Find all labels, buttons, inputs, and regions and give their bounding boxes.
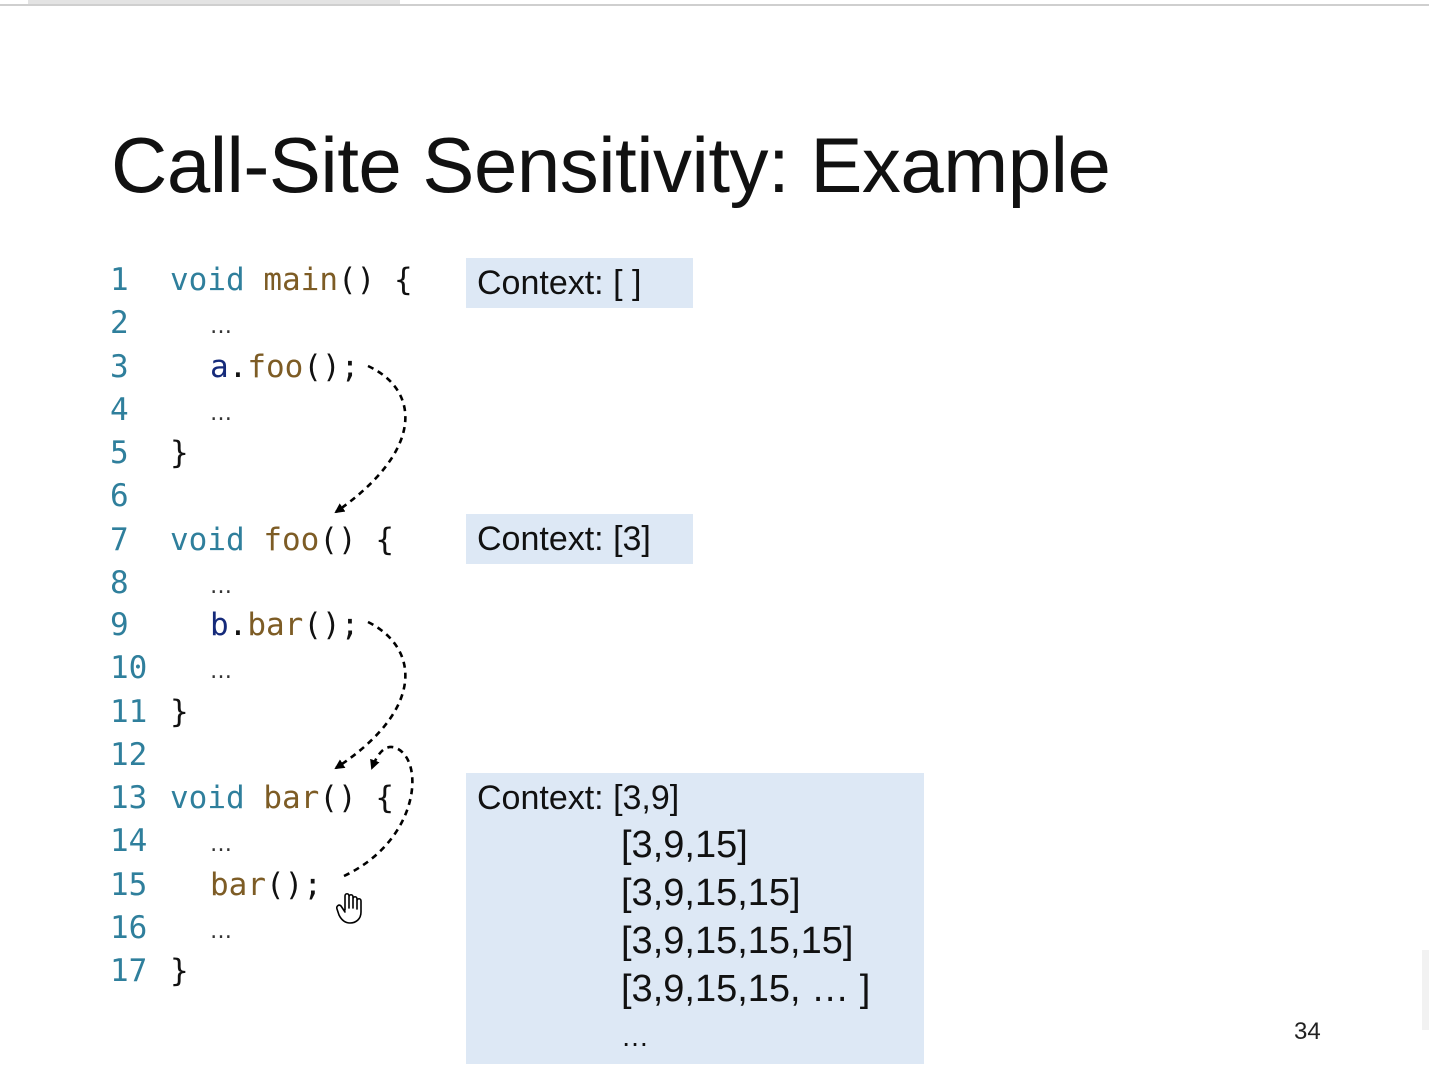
ellipsis: …	[210, 659, 232, 684]
code-line-7: 7 void foo() {	[110, 520, 394, 560]
function-name: main	[263, 262, 338, 298]
code-line-17: 17 }	[110, 951, 222, 991]
line-number: 1	[110, 262, 129, 298]
ellipsis: …	[210, 401, 232, 426]
line-number: 15	[110, 867, 148, 903]
line-number: 10	[110, 650, 148, 686]
function-name: foo	[263, 522, 320, 558]
code-line-8: 8 …	[110, 563, 232, 603]
punctuation: () {	[337, 262, 413, 298]
object-name: b	[210, 607, 229, 643]
ellipsis: …	[210, 314, 232, 339]
code-line-6: 6	[110, 476, 222, 516]
code-line-4: 4 …	[110, 390, 232, 430]
punctuation: .	[228, 607, 248, 643]
code-line-11: 11 }	[110, 692, 222, 732]
context-entry: [3,9,15,15,15]	[621, 920, 854, 962]
line-number: 14	[110, 823, 148, 859]
code-line-13: 13 void bar() {	[110, 778, 394, 818]
context-label: Context: [3,9]	[477, 779, 680, 817]
line-number: 4	[110, 392, 129, 428]
function-name: bar	[263, 780, 320, 816]
line-number: 5	[110, 435, 129, 471]
edge-mark	[1422, 950, 1429, 1030]
top-tab	[28, 0, 400, 4]
line-number: 11	[110, 694, 148, 730]
punctuation: }	[170, 953, 189, 989]
code-line-16: 16 …	[110, 908, 232, 948]
punctuation: ();	[303, 607, 360, 643]
keyword: void	[170, 522, 264, 558]
object-name: a	[210, 349, 229, 385]
line-number: 16	[110, 910, 148, 946]
punctuation: ();	[303, 349, 360, 385]
code-line-14: 14 …	[110, 821, 232, 861]
context-entry: [3,9,15,15]	[621, 872, 801, 914]
function-name: bar	[247, 607, 304, 643]
hand-cursor-icon	[336, 892, 362, 924]
context-box-main: Context: [ ]	[466, 258, 693, 308]
line-number: 13	[110, 780, 148, 816]
arrow-main-to-foo	[334, 364, 407, 514]
line-number: 2	[110, 305, 129, 341]
function-name: foo	[247, 349, 304, 385]
top-rule	[0, 4, 1429, 6]
line-number: 7	[110, 522, 129, 558]
code-line-15: 15 bar();	[110, 865, 322, 905]
line-number: 8	[110, 565, 129, 601]
ellipsis: …	[210, 832, 232, 857]
line-number: 6	[110, 478, 129, 514]
punctuation: ();	[266, 867, 322, 903]
line-number: 17	[110, 953, 148, 989]
code-line-2: 2 …	[110, 303, 232, 343]
ellipsis: …	[210, 919, 232, 944]
line-number: 12	[110, 737, 148, 773]
context-label: Context: [3]	[477, 520, 651, 558]
punctuation: }	[170, 694, 189, 730]
context-box-foo: Context: [3]	[466, 514, 693, 564]
slide-title: Call-Site Sensitivity: Example	[111, 121, 1111, 209]
code-line-5: 5 }	[110, 433, 222, 473]
line-number: 3	[110, 349, 129, 385]
code-line-1: 1 void main() {	[110, 260, 413, 300]
function-name: bar	[210, 867, 266, 903]
punctuation: () {	[319, 522, 394, 558]
context-entry: [3,9,15,15, … ]	[621, 968, 871, 1010]
context-entry: …	[621, 1021, 649, 1052]
line-number: 9	[110, 607, 129, 643]
punctuation: () {	[319, 780, 394, 816]
slide: Call-Site Sensitivity: Example 1 void ma…	[0, 0, 1429, 1080]
code-line-12: 12	[110, 735, 222, 775]
code-line-9: 9 b.bar();	[110, 605, 359, 645]
ellipsis: …	[210, 574, 232, 599]
context-box-bar: Context: [3,9] [3,9,15] [3,9,15,15] [3,9…	[466, 773, 924, 1064]
code-line-10: 10 …	[110, 648, 232, 688]
keyword: void	[170, 262, 264, 298]
context-label: Context: [ ]	[477, 264, 642, 302]
punctuation: }	[170, 435, 189, 471]
code-line-3: 3 a.foo();	[110, 347, 359, 387]
punctuation: .	[228, 349, 248, 385]
keyword: void	[170, 780, 264, 816]
context-entry: [3,9,15]	[621, 824, 748, 866]
page-number: 34	[1294, 1018, 1321, 1045]
